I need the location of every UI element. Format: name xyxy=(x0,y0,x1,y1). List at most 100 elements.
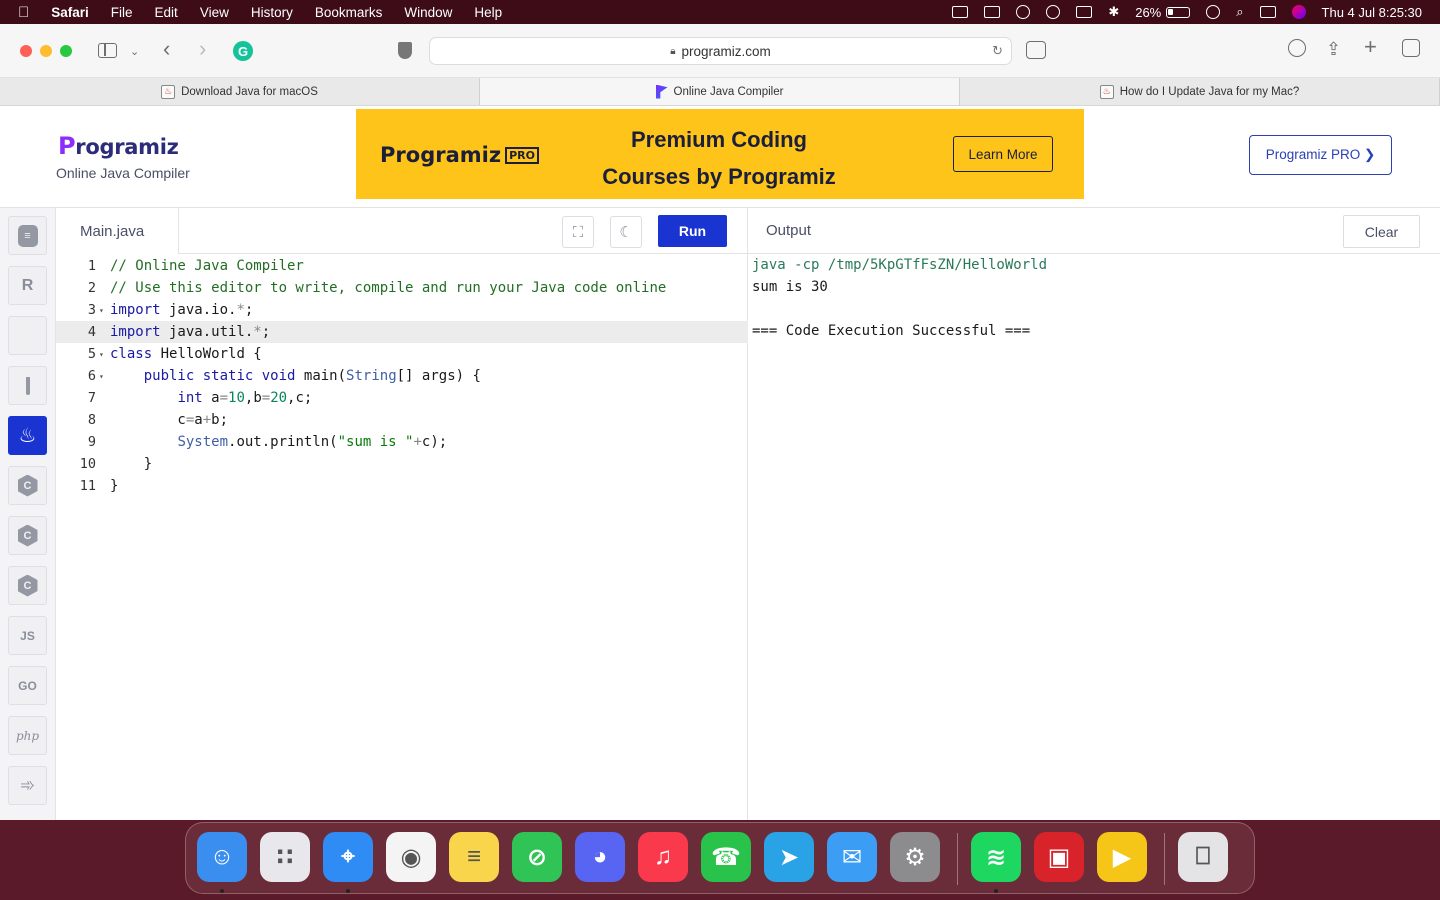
language-php[interactable]: php xyxy=(8,716,47,755)
wifi-icon[interactable] xyxy=(1206,5,1221,19)
airdrop-icon[interactable] xyxy=(1016,5,1031,19)
control-center-icon[interactable] xyxy=(1259,6,1276,18)
language-python[interactable]: ≡ xyxy=(8,216,47,255)
code-line[interactable]: 3 ▾ import java.io.*; xyxy=(56,299,748,321)
forward-icon[interactable]: › xyxy=(199,36,206,62)
dock: ☺ ∷ ⌖ ◉ ≡ ⊘ ◕ ♫ ☎ ➤ ✉ ⚙ ≋ ▣ ▶ ⎕ xyxy=(185,822,1255,894)
programiz-logo[interactable]: Programiz xyxy=(58,132,179,160)
apple-icon[interactable]:  xyxy=(18,4,29,21)
output-console[interactable]: java -cp /tmp/5KpGTfFsZN/HelloWorld sum i… xyxy=(752,254,1047,342)
promo-banner[interactable]: Programiz PRO Premium Coding Courses by P… xyxy=(356,109,1084,199)
spotlight-search-icon[interactable]: ⌕ xyxy=(1236,4,1243,20)
reload-icon[interactable]: ↻ xyxy=(992,43,1003,59)
code-editor[interactable]: 1 // Online Java Compiler 2 // Use this edi… xyxy=(56,254,748,497)
code-line[interactable]: 6 ▾ public static void main(String[] args… xyxy=(56,365,748,387)
tab-overview-icon[interactable] xyxy=(1402,39,1420,57)
code-line[interactable]: 8 c=a+b; xyxy=(56,409,748,431)
go-icon: GO xyxy=(18,678,37,693)
privacy-shield-icon[interactable] xyxy=(398,42,412,59)
bluetooth-icon[interactable]: ✱ xyxy=(1108,4,1119,20)
fold-chevron-icon[interactable]: ▾ xyxy=(96,306,110,315)
dock-launchpad-icon[interactable]: ∷ xyxy=(260,832,310,882)
dock-spotify-icon[interactable]: ≋ xyxy=(971,832,1021,882)
dock-system-settings-icon[interactable]: ⚙ xyxy=(890,832,940,882)
running-indicator xyxy=(994,889,998,893)
dock-finder-icon[interactable]: ☺ xyxy=(197,832,247,882)
language-swift[interactable]: ➾ xyxy=(8,766,47,805)
language-cpp[interactable]: C xyxy=(8,566,47,605)
menu-app-name[interactable]: Safari xyxy=(51,5,89,20)
minimize-window-button[interactable] xyxy=(40,44,52,57)
code-line[interactable]: 7 int a=10,b=20,c; xyxy=(56,387,748,409)
printer-icon[interactable] xyxy=(1026,41,1046,59)
dock-whatsapp-icon[interactable]: ☎ xyxy=(701,832,751,882)
screen-mirroring-icon[interactable] xyxy=(984,6,1001,18)
programiz-pro-button[interactable]: Programiz PRO ❯ xyxy=(1249,135,1392,175)
battery-status[interactable]: 26% xyxy=(1135,5,1191,20)
menu-help[interactable]: Help xyxy=(474,5,502,20)
clock[interactable]: Thu 4 Jul 8:25:30 xyxy=(1322,5,1422,20)
fold-chevron-icon[interactable]: ▾ xyxy=(96,350,110,359)
grammarly-icon[interactable]: G xyxy=(233,41,253,61)
language-go[interactable]: GO xyxy=(8,666,47,705)
downloads-icon[interactable] xyxy=(1288,39,1306,57)
tab-update-java[interactable]: ♨ How do I Update Java for my Mac? xyxy=(960,78,1440,105)
run-button[interactable]: Run xyxy=(658,215,727,247)
code-line[interactable]: 4 import java.util.*; xyxy=(56,321,748,343)
line-number: 1 xyxy=(87,258,96,274)
menu-window[interactable]: Window xyxy=(404,5,452,20)
dock-trash-icon[interactable]: ⎕ xyxy=(1178,832,1228,882)
dock-notes-icon[interactable]: ≡ xyxy=(449,832,499,882)
code-line[interactable]: 2 // Use this editor to write, compile an… xyxy=(56,277,748,299)
tab-download-java[interactable]: ♨ Download Java for macOS xyxy=(0,78,480,105)
close-window-button[interactable] xyxy=(20,44,32,57)
language-js[interactable]: JS xyxy=(8,616,47,655)
dock-music-icon[interactable]: ♫ xyxy=(638,832,688,882)
new-tab-icon[interactable]: + xyxy=(1364,36,1382,58)
keyboard-icon[interactable] xyxy=(1076,6,1093,18)
fullscreen-icon[interactable]: ⛶ xyxy=(562,216,594,248)
tab-online-java-compiler[interactable]: Online Java Compiler xyxy=(480,78,960,105)
menu-file[interactable]: File xyxy=(111,5,133,20)
dock-discord-icon[interactable]: ◕ xyxy=(575,832,625,882)
sidebar-toggle-icon[interactable] xyxy=(98,43,117,58)
dock-media-player-icon[interactable]: ▶ xyxy=(1097,832,1147,882)
back-icon[interactable]: ‹ xyxy=(163,36,170,62)
dock-chrome-icon[interactable]: ◉ xyxy=(386,832,436,882)
address-bar[interactable]: 🔒︎ programiz.com ↻ xyxy=(429,37,1012,65)
code-line[interactable]: 1 // Online Java Compiler xyxy=(56,255,748,277)
menu-edit[interactable]: Edit xyxy=(155,5,178,20)
language-sql[interactable] xyxy=(8,316,47,355)
dock-telegram-icon[interactable]: ➤ xyxy=(764,832,814,882)
dark-mode-icon[interactable]: ☾ xyxy=(610,216,642,248)
code-line[interactable]: 5 ▾ class HelloWorld { xyxy=(56,343,748,365)
code-line[interactable]: 9 System.out.println("sum is "+c); xyxy=(56,431,748,453)
learn-more-button[interactable]: Learn More xyxy=(953,136,1053,172)
stage-manager-icon[interactable] xyxy=(952,6,969,18)
fold-chevron-icon[interactable]: ▾ xyxy=(96,372,110,381)
dock-safari-icon[interactable]: ⌖ xyxy=(323,832,373,882)
share-icon[interactable]: ⇪ xyxy=(1326,39,1344,59)
clear-button[interactable]: Clear xyxy=(1343,215,1420,248)
user-icon[interactable] xyxy=(1046,5,1061,19)
language-html[interactable] xyxy=(8,366,47,405)
menu-view[interactable]: View xyxy=(200,5,229,20)
chevron-down-icon[interactable]: ⌄ xyxy=(130,45,139,58)
output-panel: Output Clear java -cp /tmp/5KpGTfFsZN/He… xyxy=(748,208,1440,820)
dock-mail-icon[interactable]: ✉ xyxy=(827,832,877,882)
language-r[interactable]: R xyxy=(8,266,47,305)
code-line[interactable]: 11} xyxy=(56,475,748,497)
zoom-window-button[interactable] xyxy=(60,44,72,57)
menu-bookmarks[interactable]: Bookmarks xyxy=(315,5,383,20)
language-java[interactable]: ♨ xyxy=(8,416,47,455)
code-line[interactable]: 10 } xyxy=(56,453,748,475)
file-tab-main-java[interactable]: Main.java xyxy=(56,208,179,254)
dock-blocker-icon[interactable]: ⊘ xyxy=(512,832,562,882)
siri-icon[interactable] xyxy=(1291,5,1306,19)
menu-history[interactable]: History xyxy=(251,5,293,20)
language-csharp[interactable]: C xyxy=(8,516,47,555)
browser-toolbar: ⌄ ‹ › G 🔒︎ programiz.com ↻ ⇪ + xyxy=(0,24,1440,78)
dock-photo-booth-icon[interactable]: ▣ xyxy=(1034,832,1084,882)
language-c[interactable]: C xyxy=(8,466,47,505)
language-sidebar: ≡ R ♨ C C C JS GO php ➾ xyxy=(0,208,56,820)
